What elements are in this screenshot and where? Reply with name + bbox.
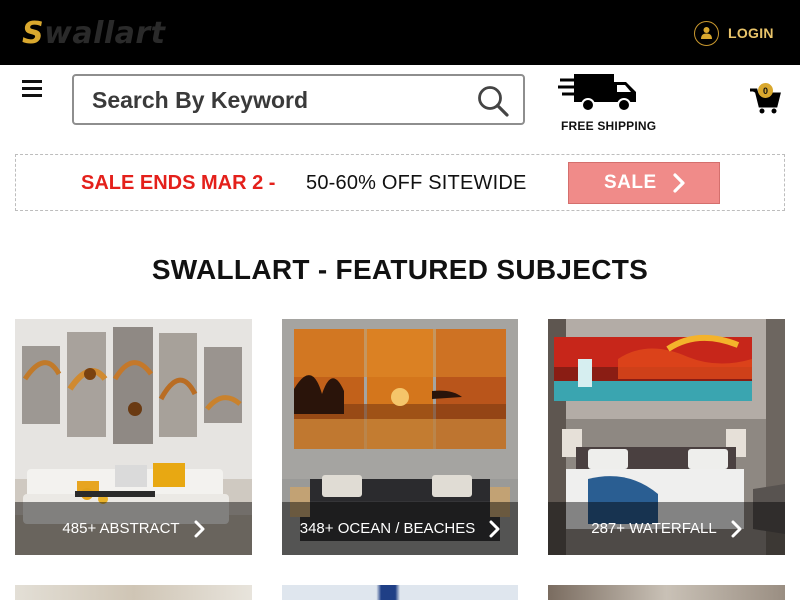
subject-tile-partial[interactable] <box>15 585 252 600</box>
subject-tile-partial[interactable] <box>548 585 785 600</box>
search-icon[interactable] <box>476 84 510 118</box>
subject-tile-ocean-beaches[interactable]: 348+ OCEAN / BEACHES <box>282 319 518 555</box>
tile-caption: 287+ WATERFALL <box>548 502 785 555</box>
login-label: LOGIN <box>728 25 774 41</box>
tile-caption: 348+ OCEAN / BEACHES <box>282 502 518 555</box>
subject-tile-waterfall[interactable]: 287+ WATERFALL <box>548 319 785 555</box>
free-shipping-label: FREE SHIPPING <box>561 119 657 133</box>
sale-banner: SALE ENDS MAR 2 - 50-60% OFF SITEWIDE SA… <box>15 154 785 211</box>
truck-icon <box>558 74 636 112</box>
chevron-right-icon <box>194 520 205 537</box>
tile-label: 348+ OCEAN / BEACHES <box>299 520 476 537</box>
logo-initial: S <box>22 16 45 51</box>
login-link[interactable]: LOGIN <box>694 20 774 46</box>
tile-label: 485+ ABSTRACT <box>62 520 180 537</box>
sale-offer-text: 50-60% OFF SITEWIDE <box>306 172 527 194</box>
swallart-logo[interactable]: Swallart <box>22 16 166 52</box>
tile-caption: 485+ ABSTRACT <box>15 502 252 555</box>
top-bar: Swallart LOGIN <box>0 0 800 65</box>
tile-label: 287+ WATERFALL <box>591 520 717 537</box>
sale-ends-text: SALE ENDS MAR 2 - <box>81 172 276 194</box>
sale-button[interactable]: SALE <box>568 162 720 204</box>
subject-tile-abstract[interactable]: 485+ ABSTRACT <box>15 319 252 555</box>
chevron-right-icon <box>489 520 500 537</box>
chevron-right-icon <box>731 520 742 537</box>
search-box <box>72 74 525 125</box>
menu-icon[interactable] <box>22 80 42 98</box>
subject-tile-partial[interactable] <box>282 585 518 600</box>
featured-subjects-title: SWALLART - FEATURED SUBJECTS <box>151 254 649 285</box>
chevron-right-icon <box>673 173 685 193</box>
cart-count-badge: 0 <box>758 83 773 98</box>
user-icon <box>694 20 719 46</box>
logo-text: wallart <box>44 16 166 51</box>
search-input[interactable] <box>92 86 462 114</box>
sale-button-label: SALE <box>604 172 657 193</box>
